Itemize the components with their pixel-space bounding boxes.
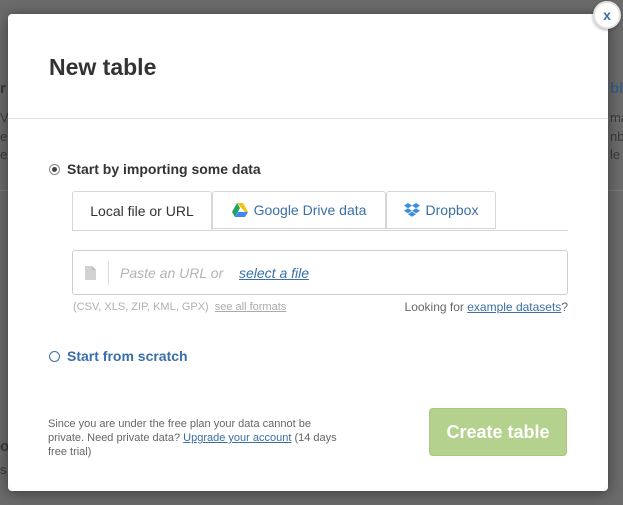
close-icon: x xyxy=(603,7,611,23)
looking-prefix: Looking for xyxy=(404,300,464,314)
radio-start-from-scratch[interactable] xyxy=(49,350,60,362)
create-table-button[interactable]: Create table xyxy=(429,408,567,456)
background-text: e xyxy=(0,129,8,144)
see-all-formats-link[interactable]: see all formats xyxy=(215,301,287,313)
new-table-dialog: New table Start by importing some data L… xyxy=(8,14,608,491)
background-text: e xyxy=(0,147,8,162)
dialog-title: New table xyxy=(49,54,157,80)
option-import-data[interactable]: Start by importing some data xyxy=(49,161,261,177)
input-separator xyxy=(108,261,109,285)
select-file-link[interactable]: select a file xyxy=(239,265,309,281)
background-text: nb xyxy=(610,129,623,144)
tab-google-drive-label: Google Drive data xyxy=(253,202,367,218)
free-plan-note: Since you are under the free plan your d… xyxy=(48,417,348,459)
url-input-box: select a file xyxy=(72,250,568,295)
radio-import-data[interactable] xyxy=(49,163,60,175)
background-divider xyxy=(0,190,8,191)
background-divider xyxy=(608,190,623,191)
background-text: le xyxy=(610,147,621,162)
background-text: r xyxy=(0,80,6,97)
option-scratch-label: Start from scratch xyxy=(67,348,188,364)
dropbox-icon xyxy=(403,203,420,217)
tab-local-file-label: Local file or URL xyxy=(90,203,194,219)
background-text: s xyxy=(0,462,7,477)
formats-list: (CSV, XLS, ZIP, KML, GPX) xyxy=(73,301,209,313)
google-drive-icon xyxy=(231,203,248,217)
tab-local-file[interactable]: Local file or URL xyxy=(72,191,212,231)
background-text: ma xyxy=(610,110,623,125)
file-icon xyxy=(85,266,96,285)
supported-formats: (CSV, XLS, ZIP, KML, GPX) see all formats xyxy=(73,301,286,313)
title-divider xyxy=(8,118,608,119)
tabs-underline xyxy=(72,230,568,231)
close-dialog-button[interactable]: x xyxy=(593,1,621,29)
tab-dropbox[interactable]: Dropbox xyxy=(386,191,496,229)
option-start-from-scratch[interactable]: Start from scratch xyxy=(49,348,188,364)
example-datasets-hint: Looking for example datasets? xyxy=(405,300,568,314)
option-import-label: Start by importing some data xyxy=(67,161,261,177)
background-text: bli xyxy=(610,80,623,97)
looking-suffix: ? xyxy=(561,300,568,314)
example-datasets-link[interactable]: example datasets xyxy=(467,300,561,314)
url-input[interactable] xyxy=(120,263,230,283)
tab-dropbox-label: Dropbox xyxy=(425,202,479,218)
tab-google-drive[interactable]: Google Drive data xyxy=(212,191,386,229)
upgrade-account-link[interactable]: Upgrade your account xyxy=(183,432,291,444)
